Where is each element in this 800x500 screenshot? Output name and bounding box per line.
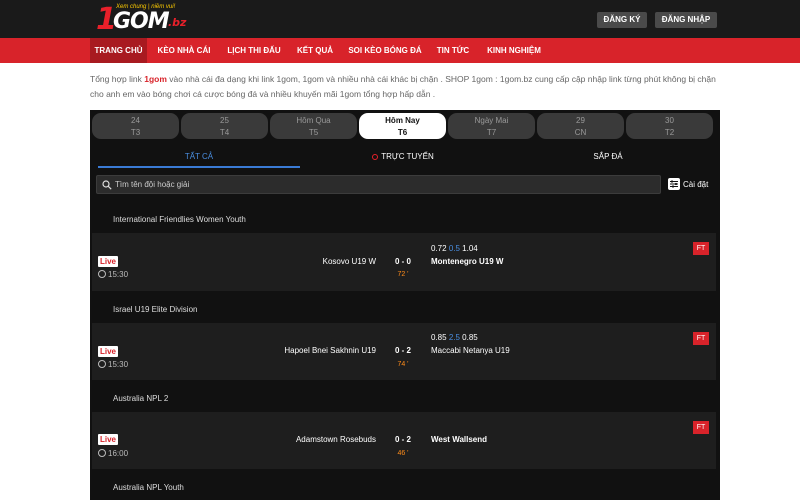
nav-item-home[interactable]: TRANG CHỦ: [90, 38, 147, 63]
odds-line: 2.5: [448, 333, 460, 342]
day-tab-today[interactable]: Hôm Nay T6: [359, 113, 446, 139]
day-tab-24[interactable]: 24 T3: [92, 113, 179, 139]
logo-gom: GOM: [113, 9, 170, 34]
match-minute: 74 ': [397, 361, 409, 368]
day-date: 30: [665, 116, 674, 125]
match-score: 0 - 0: [394, 257, 411, 266]
live-badge: Live: [98, 434, 119, 445]
live-badge: Live: [98, 256, 119, 267]
match-time: 15:30: [98, 270, 128, 280]
day-tab-tomorrow[interactable]: Ngày Mai T7: [448, 113, 535, 139]
ft-badge[interactable]: FT: [693, 332, 709, 345]
match-minute: 46 ': [397, 450, 409, 457]
ft-badge[interactable]: FT: [693, 421, 709, 434]
day-date: 24: [131, 116, 140, 125]
away-team: Montenegro U19 W: [431, 257, 504, 266]
match-odds: 0.72 0.5 1.04: [431, 243, 478, 255]
clock-icon: [98, 360, 106, 368]
day-date: Ngày Mai: [474, 116, 509, 125]
odds-away: 0.85: [462, 333, 478, 342]
top-header: Xem chung | niềm vui! 1 GOM .bz ĐĂNG KÝ …: [0, 0, 800, 38]
intro-paragraph: Tổng hợp link 1gom vào nhà cái đa dạng k…: [90, 72, 720, 102]
nav-item-bookmaker-odds[interactable]: KÈO NHÀ CÁI: [152, 38, 216, 63]
intro-brand-link[interactable]: 1gom: [144, 74, 167, 84]
match-row[interactable]: Live 15:30 0.72 0.5 1.04 Kosovo U19 W 0 …: [92, 233, 716, 291]
league-header[interactable]: International Friendlies Women Youth: [92, 207, 716, 233]
match-odds: 0.85 2.5 0.85: [431, 332, 478, 344]
settings-label: Cài đặt: [683, 180, 709, 189]
day-date: 25: [220, 116, 229, 125]
tab-all[interactable]: TẤT CẢ: [98, 148, 300, 168]
clock-icon: [98, 449, 106, 457]
day-tab-25[interactable]: 25 T4: [181, 113, 268, 139]
odds-home: 0.72: [431, 244, 447, 253]
home-team: Hapoel Bnei Sakhnin U19: [284, 346, 376, 355]
day-weekday: T4: [219, 128, 230, 137]
clock-icon: [98, 270, 106, 278]
settings-button[interactable]: Cài đặt: [668, 176, 708, 193]
odds-line: 0.5: [448, 244, 460, 253]
day-date: Hôm Qua: [296, 116, 331, 125]
tab-live[interactable]: TRỰC TUYẾN: [308, 148, 498, 168]
intro-text-rest: vào nhà cái đa dạng khi link 1gom, 1gom …: [90, 74, 716, 99]
login-button[interactable]: ĐĂNG NHẬP: [655, 12, 717, 28]
day-weekday: T5: [308, 128, 319, 137]
nav-item-odds-analysis[interactable]: SOI KÈO BÓNG ĐÁ: [344, 38, 426, 63]
match-score: 0 - 2: [394, 435, 411, 444]
tab-upcoming[interactable]: SẮP ĐÁ: [510, 148, 706, 168]
day-date: Hôm Nay: [385, 116, 420, 125]
odds-away: 1.04: [462, 244, 478, 253]
match-minute: 72 ': [397, 271, 409, 278]
nav-item-news[interactable]: TIN TỨC: [432, 38, 474, 63]
away-team: Maccabi Netanya U19: [431, 346, 510, 355]
intro-text-start: Tổng hợp link: [90, 74, 145, 84]
search-box: [96, 175, 661, 194]
league-header[interactable]: Australia NPL Youth: [92, 475, 716, 500]
day-weekday: T2: [664, 128, 675, 137]
match-time-value: 16:00: [108, 449, 129, 458]
match-score: 0 - 2: [394, 346, 411, 355]
match-time: 15:30: [98, 360, 128, 370]
home-team: Adamstown Rosebuds: [295, 435, 376, 444]
day-weekday: CN: [574, 128, 587, 137]
register-button[interactable]: ĐĂNG KÝ: [597, 12, 647, 28]
nav-item-results[interactable]: KẾT QUẢ: [292, 38, 338, 63]
day-tab-29[interactable]: 29 CN: [537, 113, 624, 139]
ft-badge[interactable]: FT: [693, 242, 709, 255]
home-team: Kosovo U19 W: [322, 257, 376, 266]
tab-live-label: TRỰC TUYẾN: [381, 152, 434, 161]
settings-sliders-icon: [668, 178, 680, 190]
nav-item-experience[interactable]: KINH NGHIỆM: [482, 38, 546, 63]
nav-item-schedule[interactable]: LỊCH THI ĐẤU: [222, 38, 286, 63]
match-time-value: 15:30: [108, 360, 129, 369]
site-logo[interactable]: Xem chung | niềm vui! 1 GOM .bz: [96, 3, 196, 35]
day-weekday: T7: [486, 128, 497, 137]
league-header[interactable]: Israel U19 Elite Division: [92, 297, 716, 323]
away-team: West Wallsend: [431, 435, 488, 444]
odds-home: 0.85: [431, 333, 447, 342]
league-header[interactable]: Australia NPL 2: [92, 386, 716, 412]
day-weekday: T6: [397, 128, 408, 137]
day-tab-yesterday[interactable]: Hôm Qua T5: [270, 113, 357, 139]
live-badge: Live: [98, 346, 119, 357]
search-icon: [102, 180, 112, 190]
day-date: 29: [576, 116, 585, 125]
day-tab-30[interactable]: 30 T2: [626, 113, 713, 139]
search-input[interactable]: [115, 176, 655, 193]
day-weekday: T3: [130, 128, 141, 137]
match-row[interactable]: Live 15:30 0.85 2.5 0.85 Hapoel Bnei Sak…: [92, 323, 716, 380]
live-dot-icon: [372, 154, 379, 160]
match-time-value: 15:30: [108, 270, 129, 279]
match-row[interactable]: Live 16:00 Adamstown Rosebuds 0 - 2 46 '…: [92, 412, 716, 469]
logo-bz: .bz: [168, 16, 187, 29]
match-time: 16:00: [98, 449, 128, 459]
main-nav: TRANG CHỦ KÈO NHÀ CÁI LỊCH THI ĐẤU KẾT Q…: [0, 38, 800, 63]
